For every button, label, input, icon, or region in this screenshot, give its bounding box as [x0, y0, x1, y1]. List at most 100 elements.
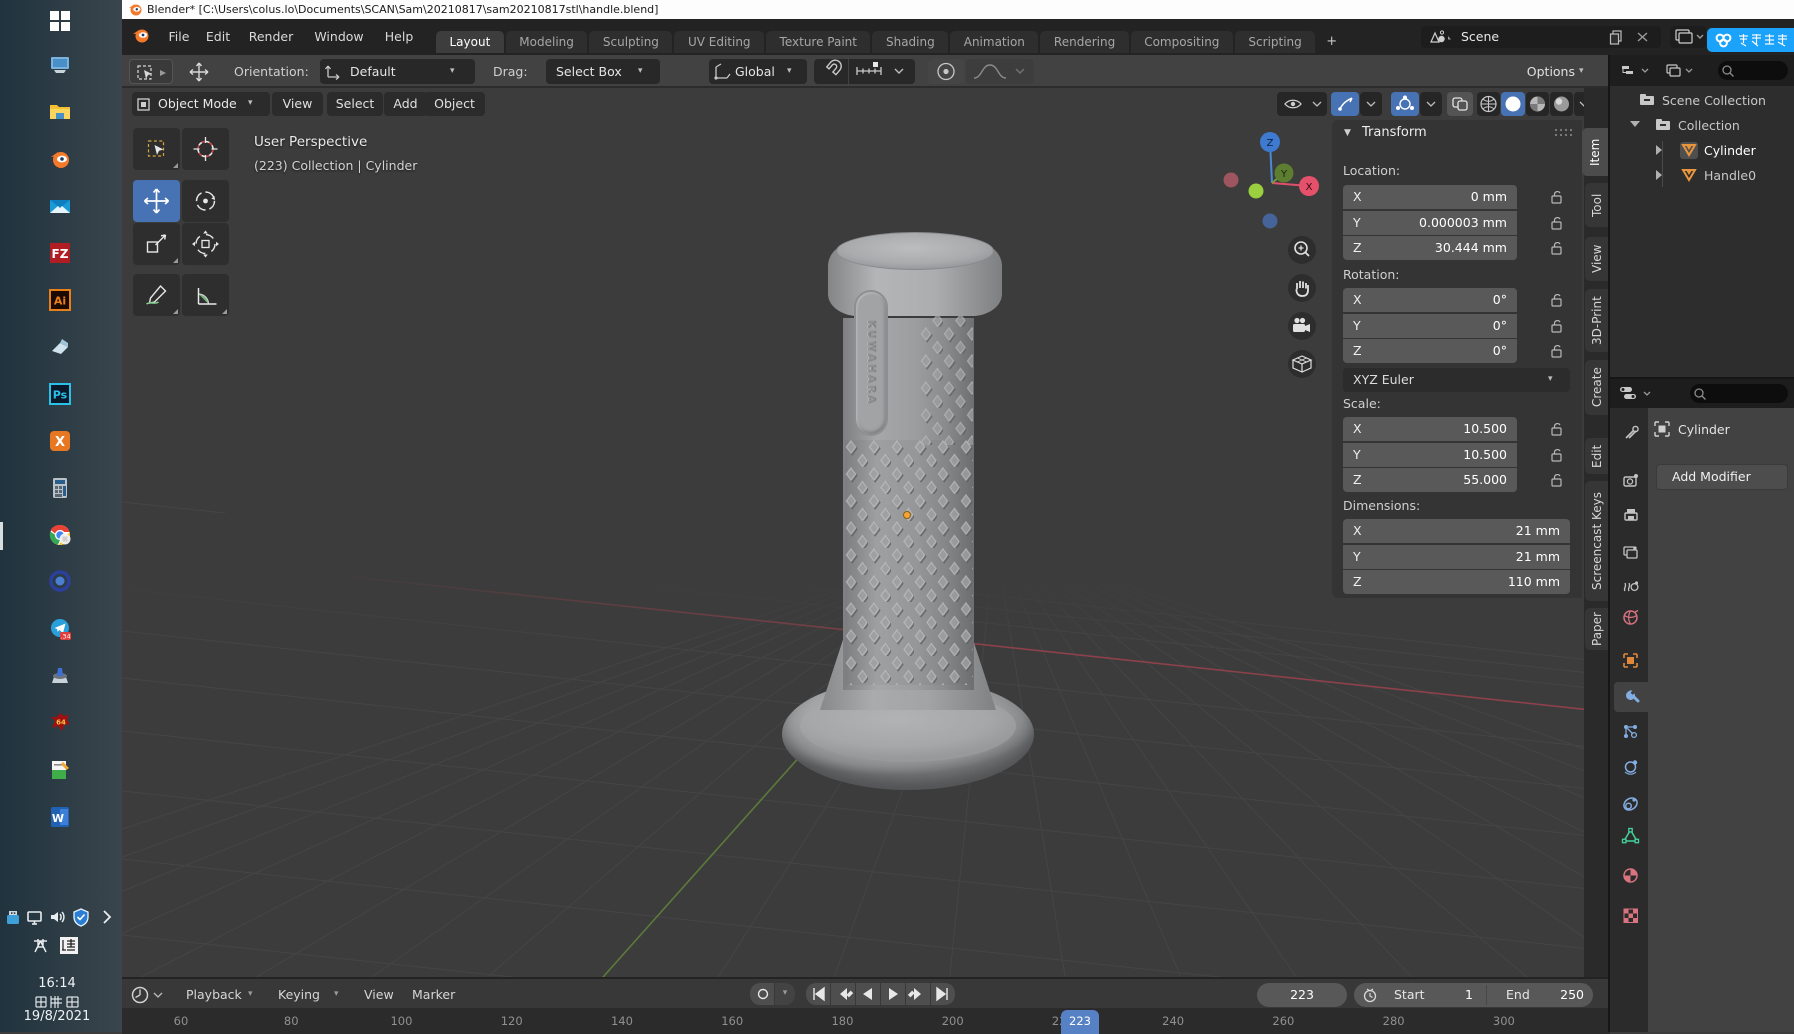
- rotation-z[interactable]: Z0°: [1343, 339, 1517, 363]
- lock-icon[interactable]: [1549, 421, 1565, 437]
- lock-icon[interactable]: [1549, 189, 1565, 205]
- properties-tab-data[interactable]: [1614, 821, 1648, 851]
- location-z[interactable]: Z30.444 mm: [1343, 236, 1517, 260]
- taskbar-app-blender[interactable]: [40, 142, 82, 176]
- sidebar-tab-create[interactable]: Create: [1585, 360, 1609, 415]
- lock-icon[interactable]: [1549, 343, 1565, 359]
- scale-y[interactable]: Y10.500: [1343, 443, 1517, 467]
- start-frame-value[interactable]: 1: [1449, 983, 1473, 1007]
- timeline-menu-playback[interactable]: Playback▾: [178, 983, 264, 1007]
- options-dropdown[interactable]: Options▾: [1517, 59, 1597, 84]
- pan-button[interactable]: [1288, 274, 1316, 302]
- falloff-dropdown[interactable]: [966, 59, 1034, 84]
- gizmo-move-icon[interactable]: [184, 61, 214, 83]
- disclosure-triangle[interactable]: [1630, 121, 1640, 127]
- scene-type-icon[interactable]: [1427, 29, 1453, 45]
- taskbar-app-blue-circle-app[interactable]: [40, 564, 82, 598]
- sidebar-tab-edit[interactable]: Edit: [1585, 438, 1609, 474]
- taskbar-app-scanner-app[interactable]: [40, 658, 82, 692]
- sidebar-tab-item[interactable]: Item: [1582, 128, 1609, 176]
- dimensions-x[interactable]: X21 mm: [1343, 519, 1570, 543]
- viewport-menu-add[interactable]: Add: [384, 92, 427, 116]
- menu-render[interactable]: Render: [240, 27, 302, 47]
- viewport-menu-select[interactable]: Select: [327, 92, 383, 116]
- upload-ribbon[interactable]: [1707, 28, 1794, 52]
- taskbar-app-notes-app[interactable]: [40, 753, 82, 787]
- properties-tab-output[interactable]: [1614, 500, 1648, 530]
- pivot-dropdown[interactable]: Global▾: [709, 59, 807, 84]
- rotation-x[interactable]: X0°: [1343, 288, 1517, 312]
- taskbar-app-telegram[interactable]: .34: [40, 612, 82, 646]
- taskbar-app-display-settings[interactable]: [40, 48, 82, 82]
- outliner-filter-icon[interactable]: [1662, 61, 1700, 81]
- mode-dropdown[interactable]: Object Mode▾: [132, 92, 270, 116]
- menu-help[interactable]: Help: [377, 27, 421, 47]
- rotation-y[interactable]: Y0°: [1343, 314, 1517, 338]
- current-frame-marker[interactable]: 223: [1061, 1010, 1099, 1034]
- rotation-mode-dropdown[interactable]: XYZ Euler▾: [1343, 368, 1570, 392]
- menu-window[interactable]: Window: [307, 27, 371, 47]
- outliner-row-cylinder[interactable]: Cylinder: [1610, 138, 1794, 163]
- viewport-menu-view[interactable]: View: [272, 92, 323, 116]
- taskbar-app-photoshop[interactable]: Ps: [40, 377, 82, 411]
- auto-key-chevron[interactable]: ▾: [775, 983, 795, 1005]
- menu-edit[interactable]: Edit: [199, 27, 237, 47]
- select-tool-chevron[interactable]: [1360, 92, 1382, 116]
- location-y[interactable]: Y0.000003 mm: [1343, 211, 1517, 235]
- properties-tab-material[interactable]: [1614, 861, 1648, 891]
- transport-next-keyframe-button[interactable]: [906, 983, 930, 1005]
- ime-language-indicator[interactable]: [33, 938, 48, 953]
- outliner-row-handle0[interactable]: Handle0: [1610, 163, 1794, 188]
- properties-tab-world[interactable]: [1614, 603, 1648, 633]
- axis-gizmo[interactable]: ZYX: [1215, 125, 1335, 235]
- tool-select-box[interactable]: [133, 128, 180, 170]
- proportional-edit-button[interactable]: [928, 59, 964, 84]
- properties-search[interactable]: [1690, 384, 1788, 403]
- dimensions-z[interactable]: Z110 mm: [1343, 570, 1570, 594]
- snap-toggle-button[interactable]: [814, 59, 848, 84]
- workspace-tab-layout[interactable]: Layout: [436, 31, 504, 53]
- sidebar-tab-screencast-keys[interactable]: Screencast Keys: [1585, 481, 1609, 601]
- workspace-tab-uv-editing[interactable]: UV Editing: [674, 31, 764, 53]
- tray-usb-icon[interactable]: [3, 907, 23, 927]
- scale-z[interactable]: Z55.000: [1343, 468, 1517, 492]
- workspace-tab-scripting[interactable]: Scripting: [1235, 31, 1315, 53]
- tool-rotate[interactable]: [182, 180, 229, 222]
- transport-jump-start-button[interactable]: [806, 983, 830, 1005]
- gizmo-chevron[interactable]: [1420, 92, 1442, 116]
- shading-solid[interactable]: [1501, 92, 1525, 116]
- tray-speaker-icon[interactable]: [47, 907, 67, 927]
- outliner-row-scene-collection[interactable]: Scene Collection: [1610, 88, 1794, 113]
- taskbar-app-red-64-app[interactable]: 64: [40, 705, 82, 739]
- sidebar-tab-view[interactable]: View: [1585, 237, 1609, 281]
- properties-tab-physics[interactable]: [1614, 752, 1648, 782]
- tool-transform[interactable]: [182, 223, 229, 265]
- workspace-tab-compositing[interactable]: Compositing: [1131, 31, 1233, 53]
- cursor-3d[interactable]: 28: [122, 755, 572, 783]
- sidebar-tab-paper[interactable]: Paper: [1585, 608, 1609, 650]
- timeline-menu-marker[interactable]: Marker: [404, 983, 462, 1007]
- location-x[interactable]: X0 mm: [1343, 185, 1517, 209]
- workspace-tab-rendering[interactable]: Rendering: [1040, 31, 1128, 53]
- tool-scale[interactable]: [133, 223, 180, 265]
- properties-tab-view-layer[interactable]: [1614, 539, 1648, 569]
- timeline-ruler[interactable]: 6080100120140160180200220240260280300223: [122, 1008, 1610, 1034]
- shading-rendered[interactable]: [1550, 92, 1573, 116]
- snap-target-dropdown[interactable]: [849, 59, 915, 84]
- overlays-toggle[interactable]: [1447, 92, 1473, 116]
- lock-icon[interactable]: [1549, 240, 1565, 256]
- active-tool-button[interactable]: [129, 59, 173, 84]
- workspace-tab-texture-paint[interactable]: Texture Paint: [766, 31, 870, 53]
- dimensions-y[interactable]: Y21 mm: [1343, 545, 1570, 569]
- taskbar-app-xampp[interactable]: X: [40, 424, 82, 458]
- menu-file[interactable]: File: [162, 27, 196, 47]
- copy-scene-icon[interactable]: [1608, 29, 1625, 45]
- properties-tab-texture[interactable]: [1614, 901, 1648, 931]
- outliner-row-collection[interactable]: Collection: [1610, 113, 1794, 138]
- scale-x[interactable]: X10.500: [1343, 417, 1517, 441]
- properties-tab-scene[interactable]: [1614, 573, 1648, 603]
- transport-jump-end-button[interactable]: [931, 983, 955, 1005]
- add-workspace-button[interactable]: +: [1317, 31, 1346, 53]
- outliner-display-mode-icon[interactable]: [1618, 61, 1656, 81]
- sidebar-tab-3d-print[interactable]: 3D-Print: [1585, 289, 1609, 352]
